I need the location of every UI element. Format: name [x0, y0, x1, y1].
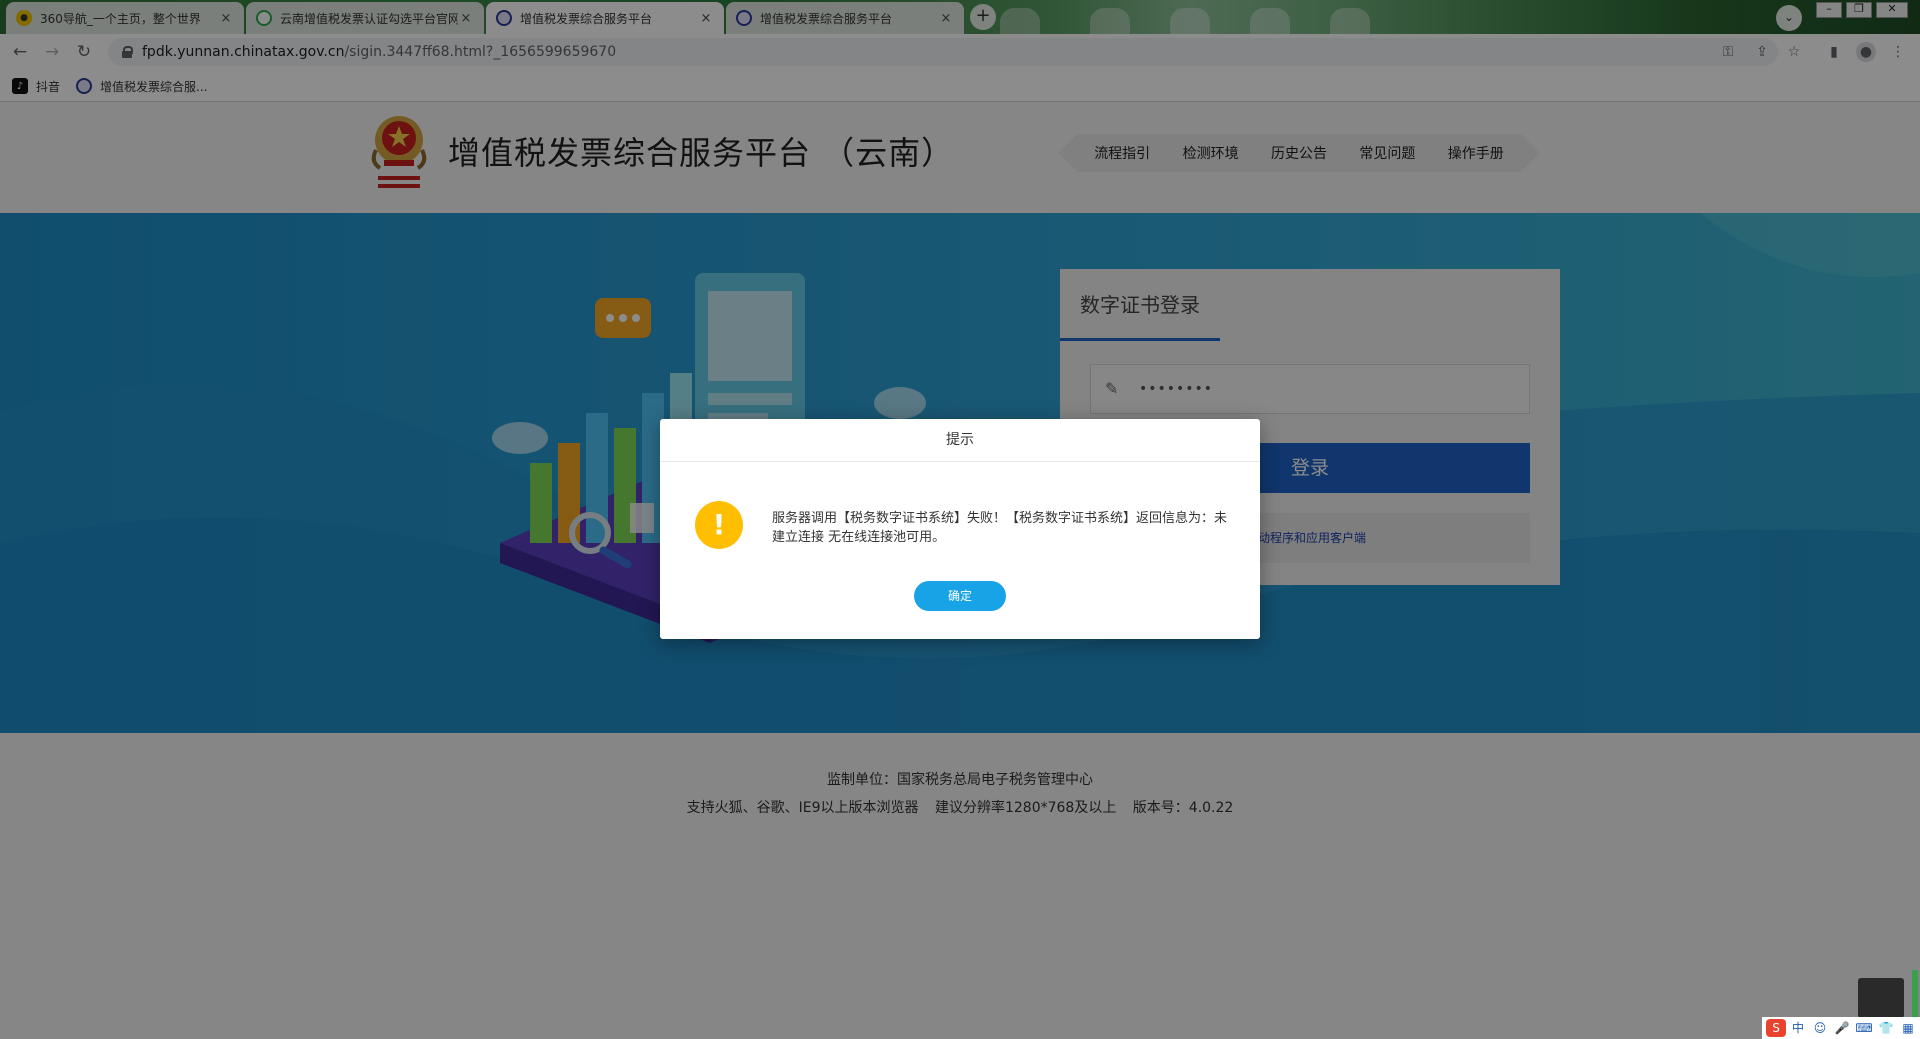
ime-keyboard-icon[interactable]: ⌨ — [1854, 1019, 1874, 1037]
ime-emoji-icon[interactable]: ☺ — [1810, 1019, 1830, 1037]
dialog-message: 服务器调用【税务数字证书系统】失败！【税务数字证书系统】返回信息为：未建立连接 … — [772, 511, 1228, 545]
media-thumbnail[interactable] — [1858, 978, 1904, 1018]
warning-exclamation-icon: ! — [695, 501, 743, 549]
volume-indicator-bar — [1912, 970, 1918, 1020]
ime-toolbar: S 中 ☺ 🎤 ⌨ 👕 ▦ — [1762, 1017, 1920, 1039]
dialog-title: 提示 — [660, 419, 1260, 462]
confirm-button[interactable]: 确定 — [914, 581, 1006, 611]
ime-toolbox-icon[interactable]: ▦ — [1898, 1019, 1918, 1037]
modal-overlay: 提示 ! 服务器调用【税务数字证书系统】失败！【税务数字证书系统】返回信息为：未… — [0, 0, 1920, 1039]
error-dialog: 提示 ! 服务器调用【税务数字证书系统】失败！【税务数字证书系统】返回信息为：未… — [660, 419, 1260, 639]
ime-skin-icon[interactable]: 👕 — [1876, 1019, 1896, 1037]
sogou-ime-icon[interactable]: S — [1766, 1019, 1786, 1037]
ime-voice-icon[interactable]: 🎤 — [1832, 1019, 1852, 1037]
ime-chinese-mode[interactable]: 中 — [1788, 1019, 1808, 1037]
